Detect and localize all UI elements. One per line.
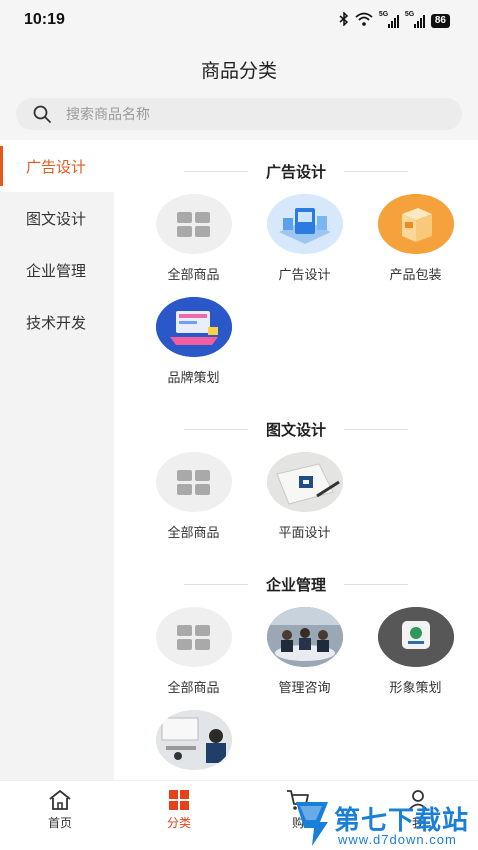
search-placeholder: 搜索商品名称 (66, 106, 150, 122)
image-planning-image (377, 607, 454, 667)
category-item-package[interactable]: 产品包装 (360, 194, 471, 283)
category-item-training[interactable] (138, 710, 249, 780)
category-item-all[interactable]: 全部商品 (138, 452, 249, 541)
grid-icon (155, 194, 232, 254)
category-item-label: 品牌策划 (167, 370, 220, 385)
watermark-url: www.d7down.com (338, 832, 457, 847)
nav-label: 首页 (47, 816, 72, 830)
status-bar: 10:19 5G 5G 86 (0, 0, 478, 40)
category-item-label: 形象策划 (389, 680, 442, 695)
signal-icon-2: 5G (405, 11, 425, 28)
ad-design-image (266, 194, 343, 254)
package-image (377, 194, 454, 254)
home-icon (49, 790, 71, 810)
category-item-consulting[interactable]: 管理咨询 (249, 607, 360, 696)
status-time: 10:19 (24, 11, 65, 28)
category-grid: 全部商品 平面设计 (114, 452, 478, 555)
nav-item-category[interactable]: 分类 (149, 789, 209, 831)
category-item-brand-planning[interactable]: 品牌策划 (138, 297, 249, 386)
page-title: 商品分类 (200, 61, 277, 82)
graphic-design-image (266, 452, 343, 512)
nav-label: 分类 (166, 816, 191, 830)
grid-icon (155, 452, 232, 512)
grid-icon (155, 607, 232, 667)
header: 商品分类 (0, 40, 478, 92)
battery-indicator: 86 (430, 13, 450, 28)
sidebar-item-enterprise-management[interactable]: 企业管理 (0, 244, 114, 296)
category-sidebar: 广告设计 图文设计 企业管理 技术开发 (0, 140, 114, 780)
category-item-label: 管理咨询 (278, 680, 331, 695)
brand-planning-image (155, 297, 232, 357)
category-item-ad-design[interactable]: 广告设计 (249, 194, 360, 283)
category-item-label: 全部商品 (167, 525, 220, 540)
category-item-all[interactable]: 全部商品 (138, 194, 249, 283)
category-item-graphic-design[interactable]: 平面设计 (249, 452, 360, 541)
category-item-image-planning[interactable]: 形象策划 (360, 607, 471, 696)
section-title: 广告设计 (265, 163, 326, 181)
nav-item-home[interactable]: 首页 (30, 789, 90, 831)
wifi-icon (355, 12, 373, 29)
category-icon (169, 790, 189, 810)
training-image (155, 710, 232, 770)
section-header: 图文设计 (114, 414, 478, 444)
sidebar-item-label: 技术开发 (26, 314, 87, 332)
sidebar-item-label: 图文设计 (26, 210, 87, 228)
bluetooth-icon (339, 11, 349, 29)
watermark: 第七下载站 www.d7down.com (292, 798, 478, 850)
sidebar-item-tech-development[interactable]: 技术开发 (0, 296, 114, 348)
category-content: 广告设计 全部商品 广告设计 产品包装 品牌策划 图文设计 全部商品 平面设计 … (114, 140, 478, 780)
category-item-all[interactable]: 全部商品 (138, 607, 249, 696)
search-bar[interactable]: 搜索商品名称 (16, 98, 462, 130)
section-title: 图文设计 (265, 421, 326, 439)
section-header: 企业管理 (114, 569, 478, 599)
status-icons: 5G 5G 86 (339, 11, 450, 29)
category-item-label: 全部商品 (167, 680, 220, 695)
signal-icon-1: 5G (379, 11, 399, 28)
section-title: 企业管理 (265, 576, 326, 594)
category-item-label: 平面设计 (278, 525, 331, 540)
category-grid: 全部商品 广告设计 产品包装 品牌策划 (114, 194, 478, 400)
category-item-label: 全部商品 (167, 267, 220, 282)
category-item-label: 产品包装 (389, 267, 442, 282)
watermark-logo-icon (296, 802, 328, 846)
sidebar-item-ad-design[interactable]: 广告设计 (0, 140, 114, 192)
section-header: 广告设计 (114, 156, 478, 186)
sidebar-item-graphic-design[interactable]: 图文设计 (0, 192, 114, 244)
sidebar-item-label: 广告设计 (26, 158, 87, 176)
category-item-label: 广告设计 (278, 267, 331, 282)
category-grid: 全部商品 管理咨询 形象策划 (114, 607, 478, 780)
sidebar-item-label: 企业管理 (26, 262, 87, 280)
consulting-image (266, 607, 343, 667)
search-icon (33, 105, 51, 123)
